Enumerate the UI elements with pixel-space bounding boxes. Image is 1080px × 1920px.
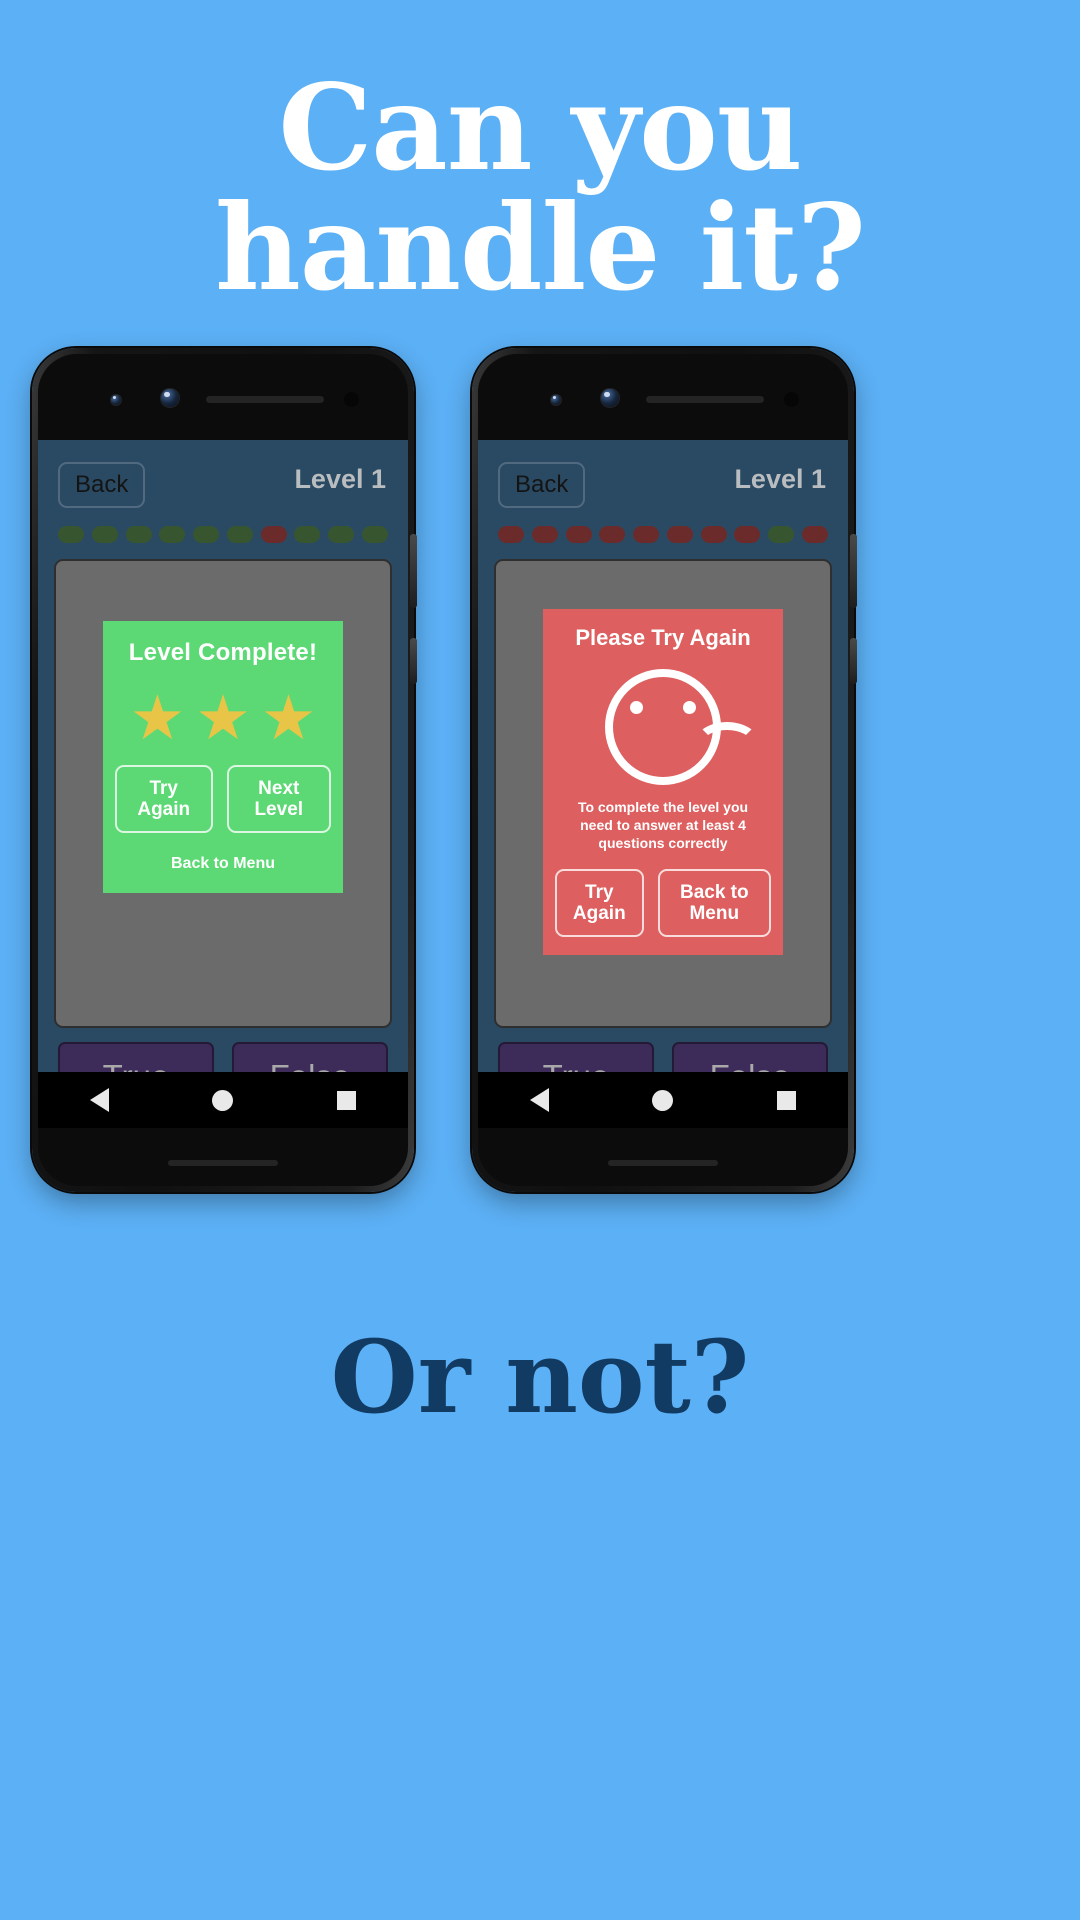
home-circle-icon[interactable] [652, 1089, 674, 1111]
left-phone: Back Level 1 Level Complete! ★ ★ ★ Try A… [32, 348, 417, 1192]
right-content-card: Please Try Again To complete the level y… [494, 559, 832, 1028]
back-to-menu-button[interactable]: Back to Menu [657, 868, 771, 938]
page-headline-top: Can you handle it? [0, 58, 1080, 318]
page-headline-bottom: Or not? [330, 1318, 750, 1436]
right-app-header: Back Level 1 [478, 440, 848, 532]
phone-chin-speaker [608, 1160, 718, 1166]
power-button[interactable] [850, 638, 857, 684]
front-camera-small-icon [110, 394, 122, 406]
recents-square-icon[interactable] [777, 1090, 797, 1110]
left-app-screen: Back Level 1 Level Complete! ★ ★ ★ Try A… [38, 440, 408, 1128]
android-navbar [478, 1072, 848, 1128]
front-camera-icon [160, 388, 180, 408]
star-icon: ★ [129, 684, 186, 753]
star-rating: ★ ★ ★ [115, 684, 331, 753]
dialog-button-row: Try Again Next Level [115, 764, 331, 834]
volume-button[interactable] [410, 534, 417, 608]
try-again-dialog: Please Try Again To complete the level y… [543, 609, 783, 956]
dialog-message: To complete the level you need to answer… [577, 799, 749, 851]
dialog-title: Please Try Again [575, 625, 751, 650]
try-again-button[interactable]: Try Again [555, 868, 644, 938]
top-bezel [478, 354, 848, 440]
back-triangle-icon[interactable] [529, 1088, 549, 1112]
right-phone-body: Back Level 1 Please Try Again To complet… [478, 354, 848, 1186]
proximity-sensor-icon [784, 392, 799, 407]
proximity-sensor-icon [344, 392, 359, 407]
bottom-bezel [38, 1128, 408, 1186]
earpiece-speaker [646, 396, 764, 403]
headline-line-2: handle it? [214, 178, 866, 318]
top-bezel [38, 354, 408, 440]
back-button[interactable]: Back [58, 462, 146, 508]
android-navbar [38, 1072, 408, 1128]
home-circle-icon[interactable] [212, 1089, 234, 1111]
level-label: Level 1 [734, 464, 826, 494]
phone-mockups: Back Level 1 Level Complete! ★ ★ ★ Try A… [0, 348, 1080, 1192]
right-app-screen: Back Level 1 Please Try Again To complet… [478, 440, 848, 1128]
power-button[interactable] [410, 638, 417, 684]
left-content-card: Level Complete! ★ ★ ★ Try Again Next Lev… [54, 559, 392, 1028]
dialog-button-row: Try Again Back to Menu [555, 868, 771, 938]
earpiece-speaker [206, 396, 324, 403]
left-phone-body: Back Level 1 Level Complete! ★ ★ ★ Try A… [38, 354, 408, 1186]
star-icon: ★ [260, 684, 317, 753]
phone-chin-speaker [168, 1160, 278, 1166]
level-label: Level 1 [294, 464, 386, 494]
recents-square-icon[interactable] [337, 1090, 357, 1110]
try-again-button[interactable]: Try Again [115, 764, 213, 834]
sad-face-eye-right [683, 701, 696, 714]
back-button[interactable]: Back [498, 462, 586, 508]
headline-line-1: Can you [278, 58, 802, 197]
sad-face-mouth [695, 722, 759, 764]
left-app-header: Back Level 1 [38, 440, 408, 532]
volume-button[interactable] [850, 534, 857, 608]
dialog-title: Level Complete! [128, 639, 318, 666]
next-level-button[interactable]: Next Level [226, 764, 331, 834]
front-camera-icon [600, 388, 620, 408]
bottom-bezel [478, 1128, 848, 1186]
back-to-menu-link[interactable]: Back to Menu [115, 855, 331, 873]
level-complete-dialog: Level Complete! ★ ★ ★ Try Again Next Lev… [103, 621, 343, 894]
front-camera-small-icon [550, 394, 562, 406]
sad-face-eye-left [630, 701, 643, 714]
right-phone: Back Level 1 Please Try Again To complet… [472, 348, 857, 1192]
star-icon: ★ [195, 684, 251, 753]
back-triangle-icon[interactable] [89, 1088, 109, 1112]
sad-face-icon [605, 669, 759, 785]
